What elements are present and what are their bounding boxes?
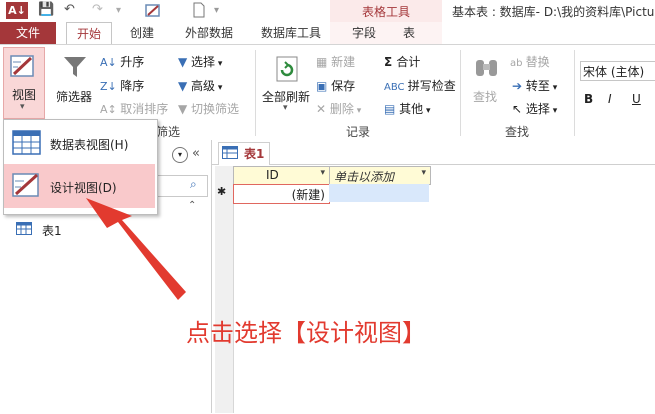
annotation-arrow	[86, 198, 186, 300]
annotation-caption: 点击选择【设计视图】	[186, 319, 426, 347]
